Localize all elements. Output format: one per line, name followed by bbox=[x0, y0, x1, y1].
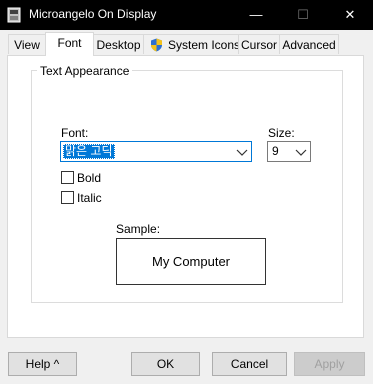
maximize-button[interactable]: ☐ bbox=[280, 0, 326, 30]
tab-cursor-label: Cursor bbox=[240, 38, 277, 52]
tab-advanced-label: Advanced bbox=[282, 38, 336, 52]
window-title: Microangelo On Display bbox=[29, 7, 157, 21]
tab-system-icons[interactable]: System Icons bbox=[143, 34, 241, 54]
group-title: Text Appearance bbox=[37, 64, 133, 78]
cancel-button[interactable]: Cancel bbox=[212, 352, 287, 376]
tab-system-icons-label: System Icons bbox=[168, 38, 241, 52]
tab-desktop-label: Desktop bbox=[96, 38, 141, 52]
sample-preview: My Computer bbox=[116, 238, 266, 285]
dialog-window: Microangelo On Display — ☐ ✕ View Font D… bbox=[0, 0, 373, 384]
tab-cursor[interactable]: Cursor bbox=[238, 34, 280, 54]
chevron-down-icon bbox=[236, 149, 248, 156]
tab-font[interactable]: Font bbox=[45, 32, 94, 56]
tab-font-label: Font bbox=[57, 36, 82, 50]
italic-checkbox[interactable] bbox=[61, 191, 74, 204]
help-button[interactable]: Help ^ bbox=[8, 352, 77, 376]
font-select[interactable]: 맑은 고딕 bbox=[60, 141, 252, 162]
close-button[interactable]: ✕ bbox=[327, 0, 373, 30]
chevron-down-icon bbox=[295, 149, 307, 156]
tab-view-label: View bbox=[14, 38, 40, 52]
bold-label: Bold bbox=[77, 171, 102, 185]
tab-advanced[interactable]: Advanced bbox=[279, 34, 339, 54]
apply-button[interactable]: Apply bbox=[294, 352, 365, 376]
font-label: Font: bbox=[61, 126, 89, 140]
sample-label: Sample: bbox=[116, 222, 161, 236]
sample-text: My Computer bbox=[151, 254, 231, 269]
shield-icon bbox=[151, 38, 162, 52]
title-bar: Microangelo On Display — ☐ ✕ bbox=[0, 0, 373, 30]
bold-checkbox[interactable] bbox=[61, 171, 74, 184]
font-select-value: 맑은 고딕 bbox=[63, 144, 115, 159]
tab-desktop[interactable]: Desktop bbox=[93, 34, 144, 54]
ok-button[interactable]: OK bbox=[131, 352, 200, 376]
app-icon bbox=[7, 7, 21, 23]
italic-label: Italic bbox=[77, 191, 102, 205]
tab-view[interactable]: View bbox=[8, 34, 46, 54]
minimize-button[interactable]: — bbox=[233, 0, 279, 30]
size-select-value: 9 bbox=[272, 144, 279, 158]
size-label: Size: bbox=[268, 126, 295, 140]
size-select[interactable]: 9 bbox=[267, 141, 311, 162]
